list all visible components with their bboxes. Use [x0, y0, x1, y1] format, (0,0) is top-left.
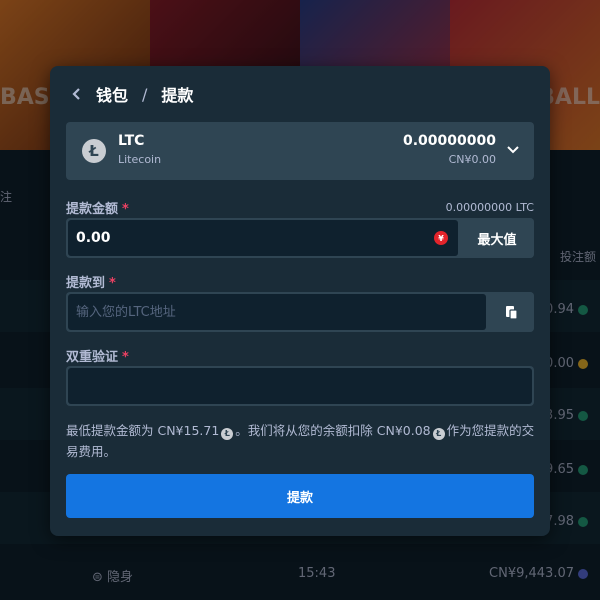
currency-name: Litecoin — [118, 153, 162, 166]
paste-button[interactable] — [488, 292, 534, 332]
amount-field: ¥ 最大值 — [66, 218, 534, 258]
tfa-field — [66, 366, 534, 406]
tfa-input[interactable] — [68, 368, 532, 404]
tfa-label: 双重验证 * — [66, 350, 129, 365]
chevron-down-icon — [507, 146, 519, 154]
breadcrumb-wallet[interactable]: 钱包 — [96, 82, 128, 106]
litecoin-icon: Ł — [82, 139, 106, 163]
cny-currency-icon: ¥ — [434, 231, 448, 245]
chevron-left-icon[interactable] — [68, 85, 86, 103]
currency-select[interactable]: Ł LTC Litecoin 0.00000000 CN¥0.00 — [66, 122, 534, 180]
currency-code: LTC — [118, 133, 145, 149]
currency-balance: 0.00000000 — [403, 133, 496, 149]
litecoin-icon: Ł — [432, 427, 445, 440]
amount-label: 提款金额 * — [66, 202, 129, 217]
litecoin-icon: Ł — [221, 427, 234, 440]
address-label: 提款到 * — [66, 276, 116, 291]
amount-input[interactable] — [68, 220, 458, 256]
ltc-address-input[interactable] — [68, 294, 486, 330]
breadcrumb: 钱包 / 提款 — [68, 82, 193, 106]
address-field — [66, 292, 534, 332]
available-balance: 0.00000000 LTC — [445, 201, 534, 214]
currency-fiat-balance: CN¥0.00 — [448, 153, 496, 166]
withdraw-note: 最低提款金额为 CN¥15.71 Ł 。我们将从您的余额扣除 CN¥0.08 Ł 作为您… — [66, 423, 535, 459]
breadcrumb-separator: / — [142, 84, 148, 104]
withdraw-button[interactable]: 提款 — [66, 474, 534, 518]
clipboard-icon — [506, 306, 518, 320]
breadcrumb-current: 提款 — [161, 86, 194, 105]
max-button[interactable]: 最大值 — [460, 218, 534, 258]
withdraw-modal: 钱包 / 提款 Ł LTC Litecoin 0.00000000 CN¥0.0… — [50, 66, 550, 536]
